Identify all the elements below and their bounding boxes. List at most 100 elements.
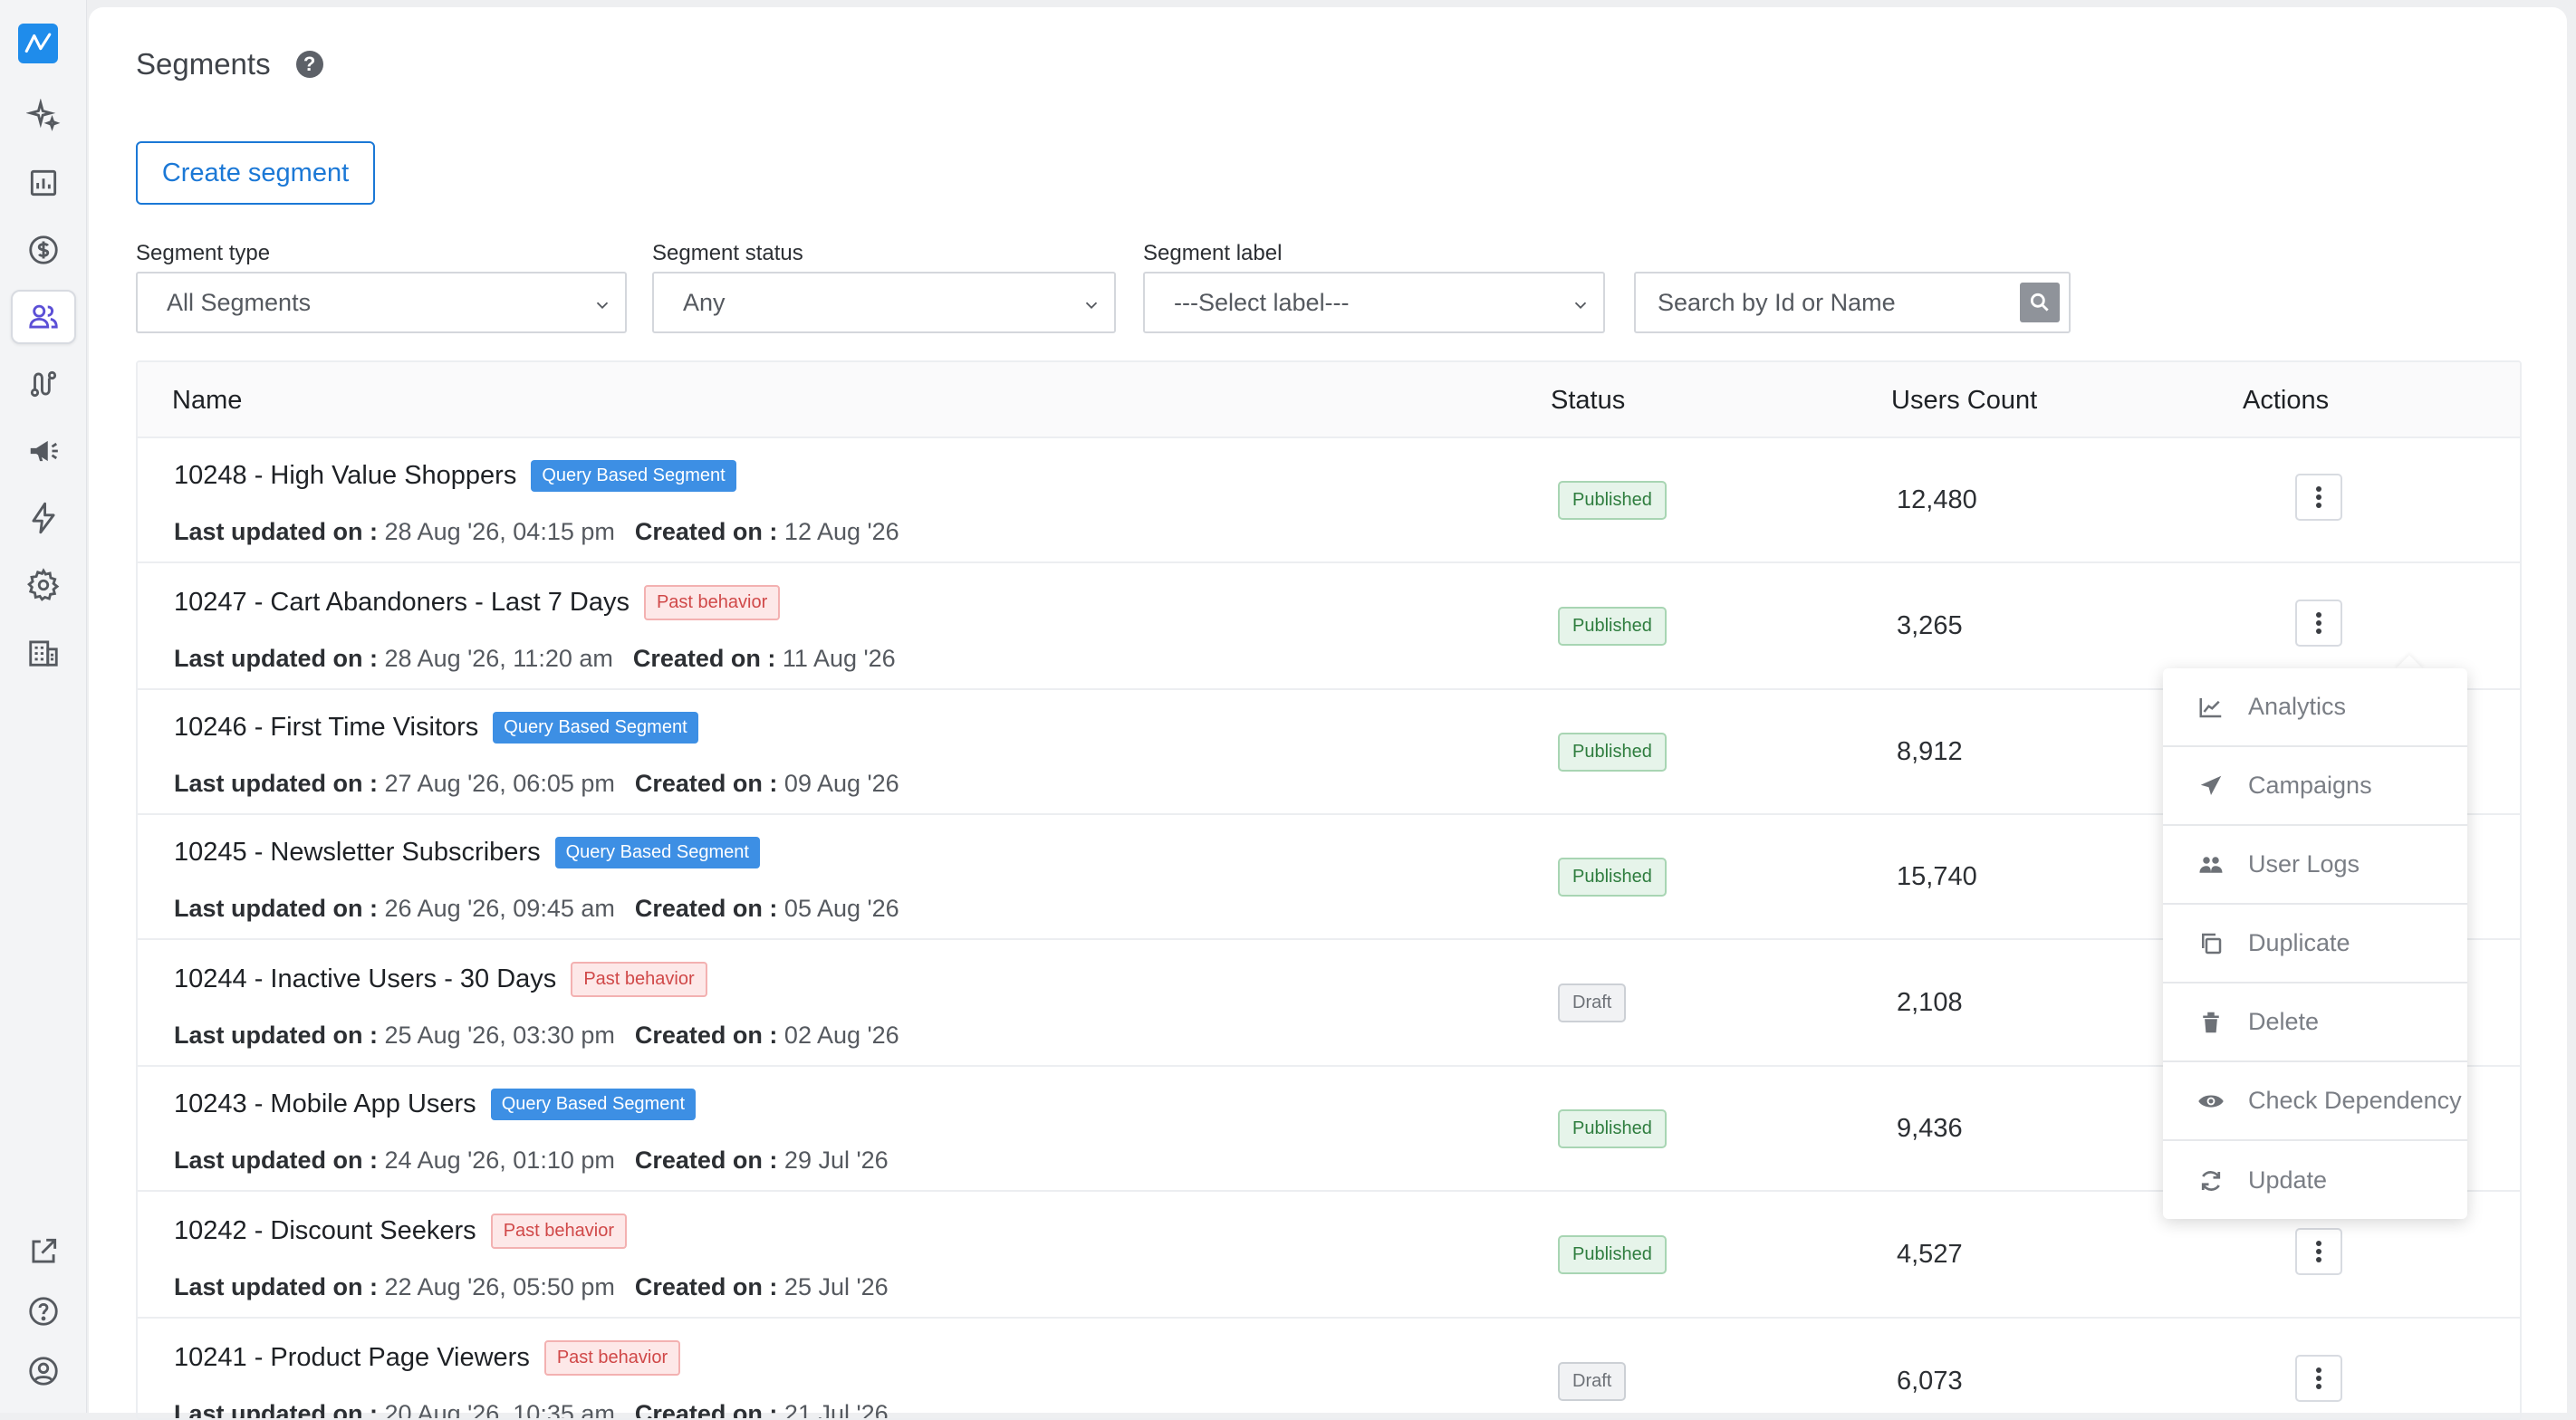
- more-vertical-icon: [2316, 612, 2321, 634]
- created-on-label: Created on :: [632, 645, 776, 672]
- created-on-value: 29 Jul '26: [783, 1147, 889, 1174]
- more-vertical-icon: [2316, 1241, 2321, 1262]
- segment-type-select[interactable]: All Segments: [136, 272, 627, 333]
- segment-meta: Last updated on : 20 Aug '26, 10:35 am Cr…: [174, 1400, 889, 1420]
- segment-title[interactable]: 10242 - Discount Seekers Past behavior: [174, 1214, 627, 1249]
- menu-item-campaigns[interactable]: Campaigns: [2163, 747, 2467, 826]
- table-row[interactable]: 10241 - Product Page Viewers Past behavio…: [138, 1319, 2520, 1420]
- created-on-value: 02 Aug '26: [783, 1022, 899, 1049]
- segment-status-label: Segment status: [652, 241, 803, 265]
- status-badge: Draft: [1558, 983, 1627, 1022]
- segment-title[interactable]: 10246 - First Time Visitors Query Based S…: [174, 712, 698, 744]
- segment-name[interactable]: 10245 - Newsletter Subscribers: [174, 838, 541, 868]
- table-header: Name Status Users Count Actions: [138, 362, 2520, 438]
- created-on-label: Created on :: [634, 770, 778, 797]
- segment-type-value: All Segments: [167, 288, 312, 316]
- segment-name[interactable]: 10246 - First Time Visitors: [174, 713, 478, 743]
- users-count: 2,108: [1897, 988, 1963, 1017]
- segment-name[interactable]: 10243 - Mobile App Users: [174, 1089, 476, 1119]
- segment-tag-badge: Past behavior: [543, 1340, 681, 1376]
- users-icon: [2199, 856, 2223, 873]
- main-panel: Segments ? Create segment Segment type A…: [89, 7, 2567, 1420]
- menu-item-duplicate[interactable]: Duplicate: [2163, 905, 2467, 983]
- segment-label-label: Segment label: [1143, 241, 1283, 265]
- external-link-icon[interactable]: [11, 1224, 76, 1279]
- segment-label-select[interactable]: ---Select label---: [1143, 272, 1605, 333]
- created-on-label: Created on :: [634, 895, 778, 922]
- menu-item-delete[interactable]: Delete: [2163, 983, 2467, 1062]
- search-icon: [2030, 293, 2049, 312]
- segment-title[interactable]: 10247 - Cart Abandoners - Last 7 Days Pas…: [174, 585, 781, 620]
- create-segment-button[interactable]: Create segment: [136, 141, 375, 205]
- page-title-text: Segments: [136, 47, 271, 81]
- menu-item-label: Delete: [2248, 1008, 2320, 1035]
- users-icon[interactable]: [11, 290, 76, 344]
- sparkles-icon[interactable]: [11, 89, 76, 143]
- segment-name[interactable]: 10247 - Cart Abandoners - Last 7 Days: [174, 588, 630, 618]
- segment-status-select[interactable]: Any: [652, 272, 1116, 333]
- column-header-actions: Actions: [2243, 386, 2330, 415]
- users-count: 15,740: [1897, 862, 1977, 891]
- row-actions-button[interactable]: [2295, 1228, 2342, 1275]
- account-icon[interactable]: [11, 1344, 76, 1398]
- segment-title[interactable]: 10243 - Mobile App Users Query Based Segm…: [174, 1089, 697, 1120]
- megaphone-icon[interactable]: [11, 424, 76, 478]
- segment-label-value: ---Select label---: [1174, 288, 1350, 316]
- users-count: 3,265: [1897, 611, 1963, 640]
- segment-name[interactable]: 10241 - Product Page Viewers: [174, 1343, 530, 1373]
- help-icon[interactable]: [11, 1284, 76, 1338]
- more-vertical-icon: [2316, 1367, 2321, 1389]
- segment-title[interactable]: 10245 - Newsletter Subscribers Query Base…: [174, 837, 760, 868]
- more-vertical-icon: [2316, 486, 2321, 508]
- row-actions-button[interactable]: [2295, 600, 2342, 647]
- last-updated-value: 28 Aug '26, 04:15 pm: [384, 518, 615, 545]
- segment-meta: Last updated on : 28 Aug '26, 11:20 am Cr…: [174, 645, 896, 673]
- created-on-label: Created on :: [634, 1400, 778, 1420]
- search-input[interactable]: [1658, 286, 2002, 319]
- report-icon[interactable]: [11, 156, 76, 210]
- search-button[interactable]: [2020, 283, 2060, 322]
- segment-title[interactable]: 10241 - Product Page Viewers Past behavio…: [174, 1340, 681, 1376]
- chevron-down-icon: [1574, 302, 1587, 310]
- question-circle-icon[interactable]: ?: [295, 51, 323, 78]
- lightning-icon[interactable]: [11, 491, 76, 545]
- menu-item-analytics[interactable]: Analytics: [2163, 668, 2467, 747]
- last-updated-label: Last updated on :: [174, 518, 378, 545]
- search-box: [1634, 272, 2071, 333]
- users-count: 6,073: [1897, 1367, 1963, 1396]
- segment-name[interactable]: 10244 - Inactive Users - 30 Days: [174, 964, 556, 994]
- created-on-value: 09 Aug '26: [783, 770, 899, 797]
- menu-item-label: Duplicate: [2248, 929, 2350, 956]
- gear-icon[interactable]: [11, 558, 76, 612]
- menu-item-user-logs[interactable]: User Logs: [2163, 826, 2467, 905]
- created-on-label: Created on :: [634, 518, 778, 545]
- table-row[interactable]: 10248 - High Value Shoppers Query Based S…: [138, 438, 2520, 563]
- users-count: 8,912: [1897, 737, 1963, 766]
- last-updated-label: Last updated on :: [174, 895, 378, 922]
- row-actions-button[interactable]: [2295, 474, 2342, 521]
- logo-icon[interactable]: [18, 24, 58, 63]
- segment-meta: Last updated on : 25 Aug '26, 03:30 pm Cr…: [174, 1022, 899, 1050]
- menu-item-update[interactable]: Update: [2163, 1141, 2467, 1220]
- last-updated-label: Last updated on :: [174, 1400, 378, 1420]
- last-updated-value: 20 Aug '26, 10:35 am: [384, 1400, 615, 1420]
- segment-title[interactable]: 10244 - Inactive Users - 30 Days Past beh…: [174, 962, 707, 997]
- row-actions-button[interactable]: [2295, 1355, 2342, 1402]
- status-badge: Draft: [1558, 1362, 1627, 1401]
- last-updated-value: 24 Aug '26, 01:10 pm: [384, 1147, 615, 1174]
- users-count: 9,436: [1897, 1114, 1963, 1143]
- segment-name[interactable]: 10248 - High Value Shoppers: [174, 461, 516, 491]
- segment-name[interactable]: 10242 - Discount Seekers: [174, 1216, 476, 1246]
- journey-icon[interactable]: [11, 357, 76, 411]
- menu-item-label: User Logs: [2248, 850, 2360, 878]
- column-header-status: Status: [1551, 386, 1626, 415]
- menu-item-check-dependency[interactable]: Check Dependency: [2163, 1062, 2467, 1141]
- last-updated-value: 28 Aug '26, 11:20 am: [384, 645, 613, 672]
- created-on-value: 12 Aug '26: [783, 518, 899, 545]
- segment-title[interactable]: 10248 - High Value Shoppers Query Based S…: [174, 460, 736, 492]
- dollar-icon[interactable]: [11, 223, 76, 277]
- segment-meta: Last updated on : 22 Aug '26, 05:50 pm Cr…: [174, 1273, 889, 1301]
- created-on-label: Created on :: [634, 1147, 778, 1174]
- building-icon[interactable]: [11, 625, 76, 679]
- segment-meta: Last updated on : 24 Aug '26, 01:10 pm Cr…: [174, 1147, 889, 1175]
